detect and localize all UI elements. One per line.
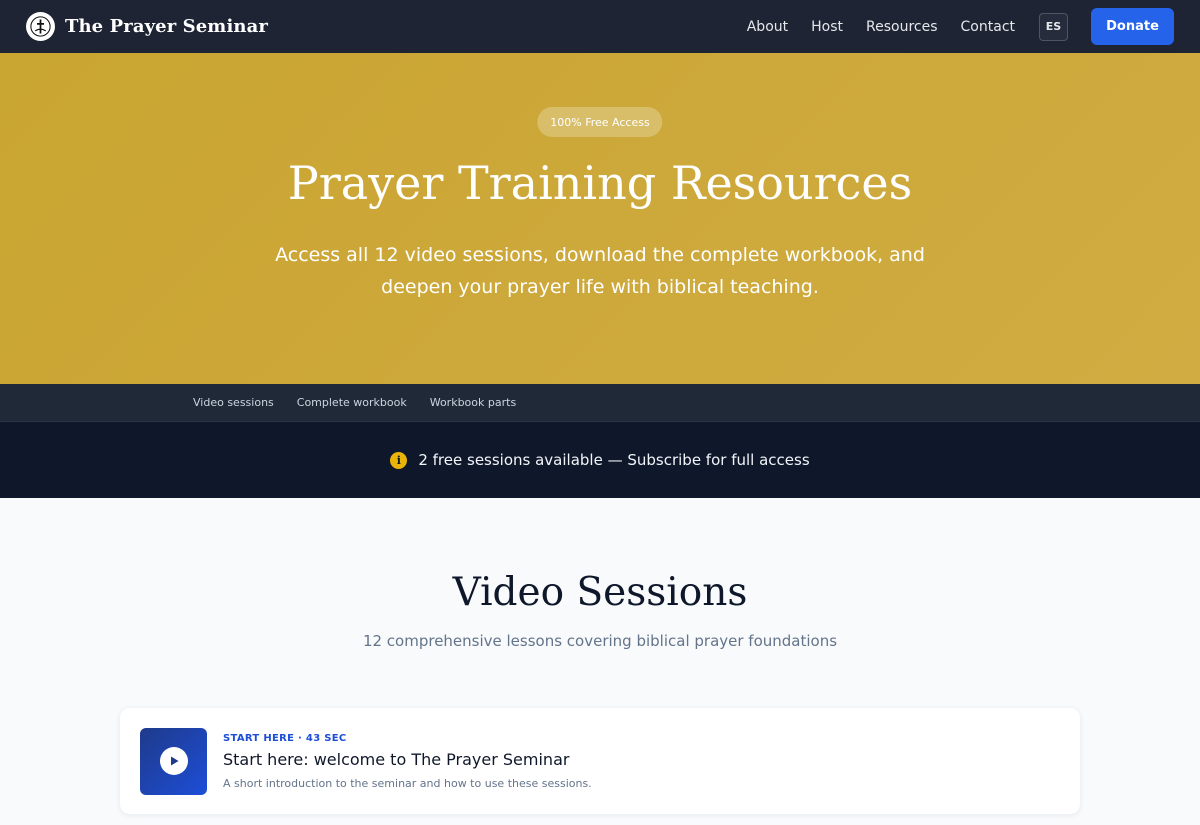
- session-meta: START HERE · 43 SEC: [223, 732, 347, 744]
- info-icon: i: [390, 451, 408, 469]
- logo-icon: [26, 12, 55, 41]
- main-nav: About Host Resources Contact ES Donate: [747, 8, 1174, 45]
- hero-subtitle: Access all 12 video sessions, download t…: [0, 239, 1200, 303]
- language-toggle-button[interactable]: ES: [1039, 12, 1068, 41]
- banner-text[interactable]: 2 free sessions available — Subscribe fo…: [418, 451, 809, 469]
- free-sessions-banner: i 2 free sessions available — Subscribe …: [0, 422, 1200, 498]
- session-card[interactable]: START HERE · 43 SEC Start here: welcome …: [120, 708, 1080, 814]
- subnav-video-sessions[interactable]: Video sessions: [193, 396, 274, 409]
- section-nav: Video sessions Complete workbook Workboo…: [0, 384, 1200, 422]
- section-subtitle: 12 comprehensive lessons covering biblic…: [362, 632, 838, 650]
- nav-contact[interactable]: Contact: [961, 19, 1015, 35]
- subnav-complete-workbook[interactable]: Complete workbook: [297, 396, 407, 409]
- subnav-workbook-parts[interactable]: Workbook parts: [430, 396, 516, 409]
- session-thumbnail[interactable]: [140, 727, 207, 795]
- session-title[interactable]: Start here: welcome to The Prayer Semina…: [223, 750, 592, 769]
- nav-about[interactable]: About: [747, 19, 788, 35]
- hero-subtitle-line-1: Access all 12 video sessions, download t…: [275, 244, 925, 266]
- nav-host[interactable]: Host: [811, 19, 843, 35]
- hero: 100% Free Access Prayer Training Resourc…: [0, 53, 1200, 384]
- session-description: A short introduction to the seminar and …: [223, 776, 592, 790]
- donate-button[interactable]: Donate: [1091, 8, 1174, 45]
- video-sessions-section: Video Sessions 12 comprehensive lessons …: [0, 498, 1200, 825]
- free-access-badge: 100% Free Access: [537, 107, 663, 137]
- brand-name: The Prayer Seminar: [65, 16, 268, 37]
- top-nav: The Prayer Seminar About Host Resources …: [0, 0, 1200, 53]
- hero-title: Prayer Training Resources: [287, 156, 913, 210]
- session-card-body: START HERE · 43 SEC Start here: welcome …: [223, 733, 592, 790]
- play-icon[interactable]: [159, 747, 188, 775]
- nav-resources[interactable]: Resources: [866, 19, 938, 35]
- section-title: Video Sessions: [452, 570, 748, 615]
- brand-link[interactable]: The Prayer Seminar: [26, 12, 268, 41]
- hero-subtitle-line-2: deepen your prayer life with biblical te…: [381, 276, 819, 298]
